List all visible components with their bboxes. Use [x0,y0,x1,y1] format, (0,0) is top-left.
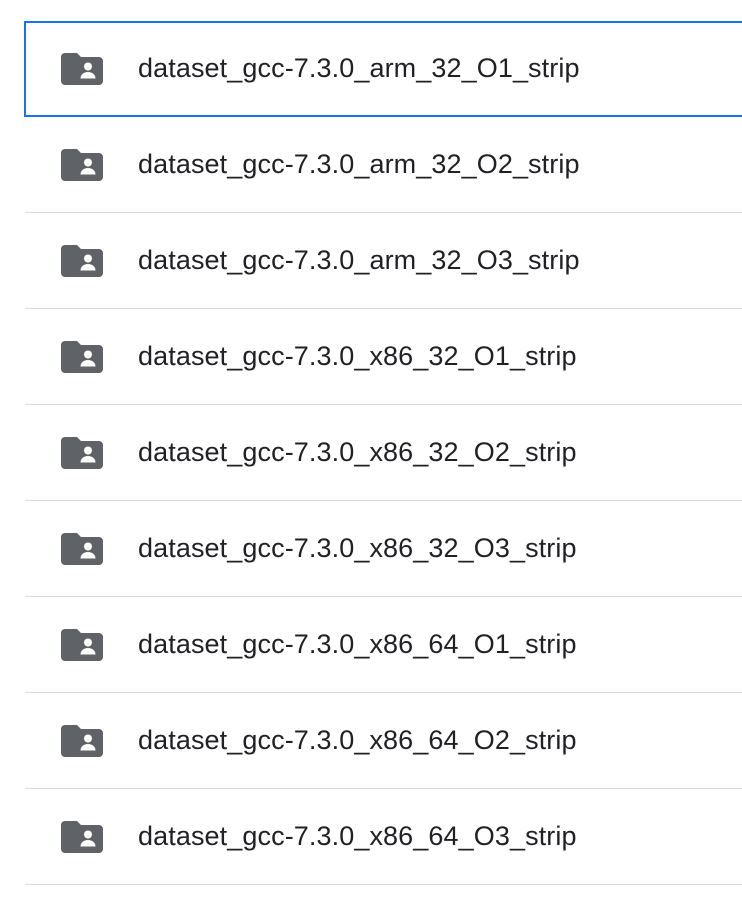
shared-folder-icon [61,821,103,853]
shared-folder-icon [61,341,103,373]
file-row-x86-32-o1[interactable]: dataset_gcc-7.3.0_x86_32_O1_strip [25,309,742,405]
file-row-arm-32-o1[interactable]: dataset_gcc-7.3.0_arm_32_O1_strip [24,21,742,117]
shared-folder-icon [61,629,103,661]
file-name: dataset_gcc-7.3.0_x86_64_O3_strip [138,821,577,851]
file-row-arm-32-o3[interactable]: dataset_gcc-7.3.0_arm_32_O3_strip [25,213,742,309]
shared-folder-icon [61,533,103,565]
file-name: dataset_gcc-7.3.0_x86_32_O3_strip [138,533,577,563]
shared-folder-icon [61,245,103,277]
file-row-x86-64-o3[interactable]: dataset_gcc-7.3.0_x86_64_O3_strip [25,789,742,885]
file-row-x86-64-o1[interactable]: dataset_gcc-7.3.0_x86_64_O1_strip [25,597,742,693]
shared-folder-icon [61,149,103,181]
file-row-x86-32-o2[interactable]: dataset_gcc-7.3.0_x86_32_O2_strip [25,405,742,501]
file-name: dataset_gcc-7.3.0_x86_32_O2_strip [138,437,577,467]
file-name: dataset_gcc-7.3.0_x86_64_O1_strip [138,629,577,659]
shared-folder-icon [61,53,103,85]
file-list: dataset_gcc-7.3.0_arm_32_O1_strip datase… [24,21,742,885]
file-row-arm-32-o2[interactable]: dataset_gcc-7.3.0_arm_32_O2_strip [25,117,742,213]
shared-folder-icon [61,437,103,469]
file-name: dataset_gcc-7.3.0_arm_32_O1_strip [138,53,580,83]
file-row-x86-32-o3[interactable]: dataset_gcc-7.3.0_x86_32_O3_strip [25,501,742,597]
file-name: dataset_gcc-7.3.0_x86_64_O2_strip [138,725,577,755]
file-row-x86-64-o2[interactable]: dataset_gcc-7.3.0_x86_64_O2_strip [25,693,742,789]
file-name: dataset_gcc-7.3.0_arm_32_O3_strip [138,245,580,275]
shared-folder-icon [61,725,103,757]
file-name: dataset_gcc-7.3.0_arm_32_O2_strip [138,149,580,179]
file-name: dataset_gcc-7.3.0_x86_32_O1_strip [138,341,577,371]
